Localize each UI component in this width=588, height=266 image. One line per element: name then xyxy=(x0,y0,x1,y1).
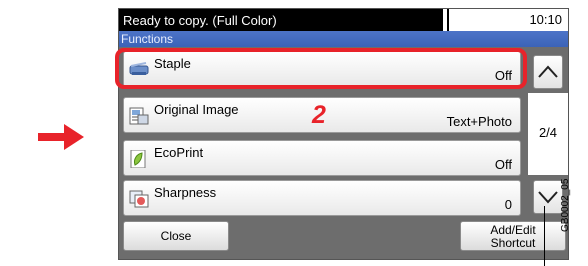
add-edit-shortcut-button[interactable]: Add/Edit Shortcut xyxy=(460,221,566,251)
sharpness-icon xyxy=(129,190,149,208)
copier-touch-panel: Ready to copy. (Full Color) 10:10 Functi… xyxy=(115,8,569,260)
chevron-up-icon xyxy=(538,65,558,78)
ecoprint-leaf-icon xyxy=(130,150,146,168)
figure-code: GB0002_05 xyxy=(560,178,571,232)
item-label: Original Image xyxy=(154,102,239,117)
original-image-icon xyxy=(129,107,149,125)
function-item-ecoprint[interactable]: EcoPrint Off xyxy=(123,140,521,176)
item-value: 0 xyxy=(504,197,512,212)
page-indicator: 2/4 xyxy=(538,125,558,140)
pointer-arrow-icon xyxy=(38,124,84,150)
item-value: Text+Photo xyxy=(446,114,512,129)
scroll-up-button[interactable] xyxy=(533,55,563,89)
item-value: Off xyxy=(494,157,512,172)
chevron-down-icon xyxy=(538,191,558,204)
status-bar: Ready to copy. (Full Color) 10:10 xyxy=(119,9,568,31)
panel-title: Functions xyxy=(119,31,568,47)
step-callout-number: 2 xyxy=(312,101,326,129)
status-time: 10:10 xyxy=(449,9,568,31)
function-item-sharpness[interactable]: Sharpness 0 xyxy=(123,180,521,216)
item-label: EcoPrint xyxy=(154,145,204,160)
selection-highlight-ring xyxy=(115,48,527,89)
function-item-staple[interactable]: Staple Off xyxy=(115,48,527,89)
shortcut-label: Shortcut xyxy=(490,236,536,250)
scroll-down-button[interactable] xyxy=(533,180,563,214)
page-indicator-area: 2/4 xyxy=(528,93,568,175)
item-label: Sharpness xyxy=(154,185,217,200)
callout-pointer-line xyxy=(544,206,545,266)
close-button[interactable]: Close xyxy=(123,221,229,251)
status-message: Ready to copy. (Full Color) xyxy=(121,12,441,29)
